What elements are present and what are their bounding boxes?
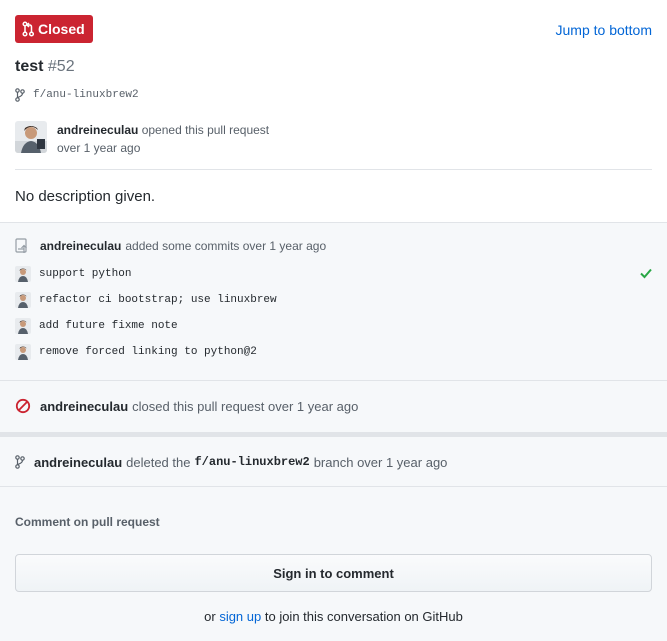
repo-push-icon bbox=[15, 238, 27, 253]
circle-slash-icon bbox=[15, 398, 31, 414]
deleted-event-author[interactable]: andreineculau bbox=[34, 455, 122, 470]
divider bbox=[15, 169, 652, 170]
closed-event-text: closed this pull request over 1 year ago bbox=[132, 398, 359, 414]
pull-request-icon bbox=[22, 21, 34, 37]
avatar[interactable] bbox=[15, 292, 31, 308]
timeline: andreineculau added some commits over 1 … bbox=[0, 222, 667, 641]
author-link[interactable]: andreineculau bbox=[57, 123, 138, 137]
avatar[interactable] bbox=[15, 318, 31, 334]
commit-message[interactable]: refactor ci bootstrap; use linuxbrew bbox=[39, 294, 277, 306]
signup-prompt: or sign up to join this conversation on … bbox=[0, 609, 667, 624]
commit-row: support python bbox=[15, 265, 652, 283]
pr-number: #52 bbox=[47, 58, 75, 75]
opened-time[interactable]: over 1 year ago bbox=[57, 139, 269, 157]
sign-up-link[interactable]: sign up bbox=[219, 609, 261, 624]
commits-summary: added some commits over 1 year ago bbox=[125, 239, 327, 253]
pr-opener: andreineculau opened this pull request o… bbox=[15, 121, 269, 157]
closed-event: andreineculau closed this pull request o… bbox=[0, 395, 667, 417]
sign-in-to-comment-button[interactable]: Sign in to comment bbox=[15, 554, 652, 592]
deleted-event-container: andreineculau deleted the f/anu-linuxbre… bbox=[0, 437, 667, 487]
commits-event: andreineculau added some commits over 1 … bbox=[0, 223, 667, 381]
branch-info: f/anu-linuxbrew2 bbox=[15, 88, 139, 102]
commit-message[interactable]: support python bbox=[39, 268, 131, 280]
commits-header: andreineculau added some commits over 1 … bbox=[15, 238, 326, 254]
check-icon[interactable] bbox=[640, 266, 652, 283]
commits-author[interactable]: andreineculau bbox=[40, 239, 121, 253]
opened-text: opened this pull request bbox=[141, 123, 270, 137]
avatar[interactable] bbox=[15, 344, 31, 360]
deleted-branch-event: andreineculau deleted the f/anu-linuxbre… bbox=[0, 451, 667, 473]
avatar[interactable] bbox=[15, 266, 31, 282]
commit-row: refactor ci bootstrap; use linuxbrew bbox=[15, 291, 652, 309]
join-text: to join this conversation on GitHub bbox=[264, 609, 463, 624]
deleted-event-suffix: branch over 1 year ago bbox=[313, 454, 448, 470]
or-text: or bbox=[204, 609, 216, 624]
pr-header: Closed Jump to bottom test #52 f/anu-lin… bbox=[0, 0, 667, 222]
git-branch-icon bbox=[15, 455, 25, 469]
git-branch-icon bbox=[15, 88, 25, 102]
avatar[interactable] bbox=[15, 121, 47, 153]
closed-state-badge: Closed bbox=[15, 15, 93, 43]
jump-to-bottom-link[interactable]: Jump to bottom bbox=[556, 22, 653, 38]
opener-text: andreineculau opened this pull request o… bbox=[57, 121, 269, 157]
comment-section-label: Comment on pull request bbox=[15, 515, 160, 529]
closed-event-author[interactable]: andreineculau bbox=[40, 399, 128, 414]
deleted-event-prefix: deleted the bbox=[126, 454, 191, 470]
pr-title-text: test bbox=[15, 58, 44, 75]
commit-message[interactable]: add future fixme note bbox=[39, 320, 178, 332]
state-label: Closed bbox=[38, 21, 85, 37]
deleted-branch-name: f/anu-linuxbrew2 bbox=[194, 455, 310, 469]
commit-row: remove forced linking to python@2 bbox=[15, 343, 652, 361]
commit-row: add future fixme note bbox=[15, 317, 652, 335]
pr-title: test #52 bbox=[15, 58, 75, 76]
pr-description: No description given. bbox=[15, 188, 156, 205]
commit-message[interactable]: remove forced linking to python@2 bbox=[39, 346, 257, 358]
head-branch-name[interactable]: f/anu-linuxbrew2 bbox=[33, 89, 139, 101]
